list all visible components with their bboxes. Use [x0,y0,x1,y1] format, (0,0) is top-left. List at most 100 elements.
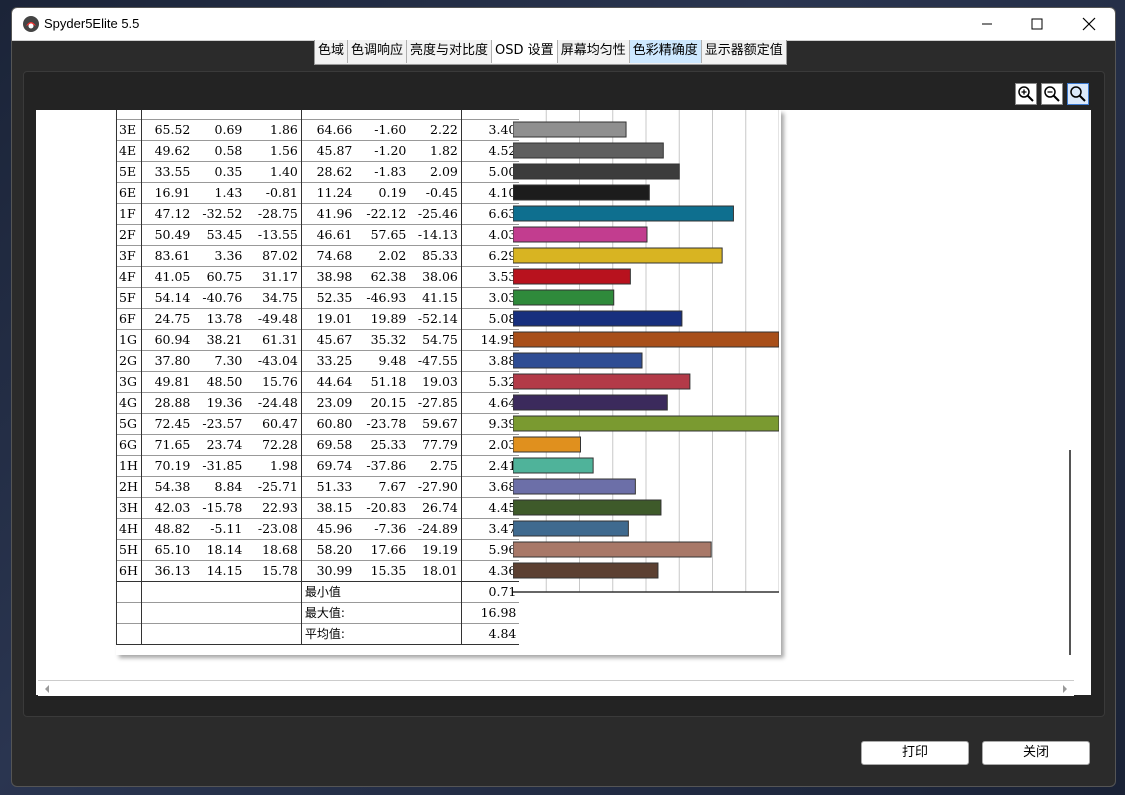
reference-lab-value: 1.56 [245,139,302,161]
zoom-out-icon [1044,86,1060,102]
measured-lab-value: -20.83 [355,496,410,518]
measured-lab-value: -7.36 [355,517,410,539]
table-cell [140,580,194,602]
color-accuracy-report: 3E 65.52 0.69 1.86 64.66 -1.60 2.22 3.40 4E 49.62… [116,110,781,655]
delta-e-value: 3.03 [460,286,520,308]
reference-lab-value: 60.47 [245,412,302,434]
reference-lab-value: 71.65 [140,433,194,455]
reference-lab-value: -31.85 [193,454,246,476]
delta-e-bar [513,499,662,516]
tab-color-accuracy[interactable]: 色彩精确度 [629,40,702,63]
measured-lab-value: 85.33 [409,244,462,266]
reference-lab-value: 87.02 [245,244,302,266]
delta-e-value: 5.00 [460,160,520,182]
measured-lab-value: -27.85 [409,391,462,413]
reference-lab-value: 28.88 [140,391,194,413]
minimize-button[interactable] [962,8,1012,40]
delta-e-bar [513,310,683,327]
table-cell [355,580,410,602]
tab-monitor-rating[interactable]: 显示器额定值 [701,40,786,63]
scroll-right-icon[interactable] [1060,682,1070,696]
delta-e-bar [513,205,734,222]
measured-lab-value: 45.96 [300,517,356,539]
reference-lab-value: 50.49 [140,223,194,245]
zoom-out-button[interactable] [1041,83,1063,105]
measured-lab-value: -24.89 [409,517,462,539]
table-row: 6H 36.13 14.15 15.78 30.99 15.35 18.01 4.36 [116,559,520,581]
patch-id: 6E [116,181,142,203]
measured-lab-value: 45.67 [300,328,356,350]
table-cell [193,580,246,602]
measured-lab-value: 69.74 [300,454,356,476]
reference-lab-value: 41.05 [140,265,194,287]
measured-lab-value: 28.62 [300,160,356,182]
close-window-button[interactable] [1064,8,1114,40]
vertical-scrollbar[interactable] [1065,110,1077,680]
table-cell [355,601,410,623]
tab-tone-response[interactable]: 色调响应 [348,40,408,63]
delta-e-value: 3.47 [460,517,520,539]
measured-lab-value: 74.68 [300,244,356,266]
reference-lab-value: 48.82 [140,517,194,539]
measured-lab-value: 54.75 [409,328,462,350]
reference-lab-value: 1.43 [193,181,246,203]
delta-e-value: 6.63 [460,202,520,224]
tab-brightness-contrast[interactable]: 亮度与对比度 [407,40,493,63]
summary-row: 最小值 0.71 [116,580,520,602]
tab-osd-settings[interactable]: OSD 设置 [492,40,558,63]
scroll-left-icon[interactable] [42,682,52,696]
measured-lab-value: -1.60 [355,118,410,140]
maximize-button[interactable] [1012,8,1062,40]
measured-lab-value: 44.64 [300,370,356,392]
zoom-fit-button[interactable] [1067,83,1089,105]
measured-lab-value: 25.33 [355,433,410,455]
reference-lab-value: 53.45 [193,223,246,245]
table-cell [409,622,462,645]
table-row: 4G 28.88 19.36 -24.48 23.09 20.15 -27.85 4.64 [116,391,520,413]
report-viewport[interactable]: 3E 65.52 0.69 1.86 64.66 -1.60 2.22 3.40 4E 49.62… [36,110,1091,695]
patch-id: 2F [116,223,142,245]
zoom-in-button[interactable] [1015,83,1037,105]
vertical-scroll-thumb[interactable] [1069,450,1071,655]
delta-e-value: 2.41 [460,454,520,476]
patch-id: 4G [116,391,142,413]
patch-id: 3E [116,118,142,140]
measured-lab-value: 15.35 [355,559,410,581]
reference-lab-value: -24.48 [245,391,302,413]
measured-lab-value: 41.15 [409,286,462,308]
measured-lab-value: 33.25 [300,349,356,371]
table-row: 6G 71.65 23.74 72.28 69.58 25.33 77.79 2.03 [116,433,520,455]
table-cell [116,622,142,645]
reference-lab-value: 1.86 [245,118,302,140]
reference-lab-value: 72.45 [140,412,194,434]
measured-lab-value: -52.14 [409,307,462,329]
delta-e-value: 14.95 [460,328,520,350]
maximize-icon [1031,18,1043,30]
delta-e-bar [513,394,668,411]
measured-lab-value: 20.15 [355,391,410,413]
delta-e-value: 4.36 [460,559,520,581]
reference-lab-value: 49.81 [140,370,194,392]
reference-lab-value: 1.40 [245,160,302,182]
measured-lab-value: 77.79 [409,433,462,455]
reference-lab-value: -43.04 [245,349,302,371]
tab-uniformity[interactable]: 屏幕均匀性 [557,40,630,63]
reference-lab-value: 22.93 [245,496,302,518]
measured-lab-value: 19.03 [409,370,462,392]
close-button[interactable]: 关闭 [982,741,1090,765]
reference-lab-value: 54.14 [140,286,194,308]
measured-lab-value: 0.19 [355,181,410,203]
tab-gamut[interactable]: 色域 [315,40,349,63]
reference-lab-value: 14.15 [193,559,246,581]
reference-lab-value: 49.62 [140,139,194,161]
table-row: 4F 41.05 60.75 31.17 38.98 62.38 38.06 3.53 [116,265,520,287]
measured-lab-value: 18.01 [409,559,462,581]
table-row: 5E 33.55 0.35 1.40 28.62 -1.83 2.09 5.00 [116,160,520,182]
delta-e-value: 4.52 [460,139,520,161]
table-cell [355,622,410,645]
print-button[interactable]: 打印 [861,741,969,765]
table-cell [245,601,302,623]
measured-lab-value: 41.96 [300,202,356,224]
reference-lab-value: 65.10 [140,538,194,560]
horizontal-scrollbar[interactable] [38,680,1074,696]
